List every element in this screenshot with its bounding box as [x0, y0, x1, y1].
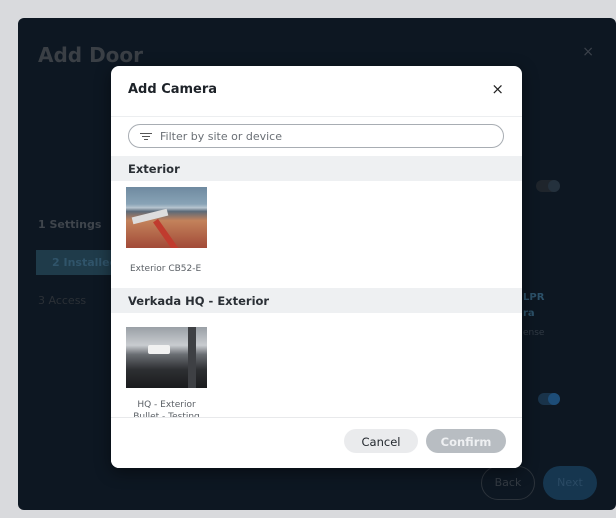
background-toggle [536, 180, 560, 192]
close-icon[interactable]: × [491, 80, 504, 98]
license-label: ense [523, 328, 545, 338]
camera-card[interactable]: Exterior CB52-E [111, 181, 522, 288]
section-header-verkada-hq-exterior: Verkada HQ - Exterior [111, 288, 522, 313]
close-icon: × [582, 44, 594, 60]
lpr-label: LPR ra [523, 292, 545, 319]
camera-card[interactable]: HQ - Exterior Bullet - Testing [111, 313, 522, 418]
cancel-button[interactable]: Cancel [344, 429, 418, 453]
confirm-button[interactable]: Confirm [426, 429, 506, 453]
add-door-title: Add Door [38, 43, 144, 67]
next-button: Next [543, 466, 597, 500]
modal-header: Add Camera × [111, 66, 522, 117]
filter-input[interactable] [158, 128, 482, 144]
section-header-exterior: Exterior [111, 156, 522, 181]
modal-title: Add Camera [128, 82, 218, 97]
step-settings: 1 Settings [38, 218, 102, 231]
filter-field[interactable] [128, 124, 504, 148]
step-access: 3 Access [38, 294, 87, 307]
camera-thumbnail[interactable] [126, 187, 207, 248]
camera-thumbnail[interactable] [126, 327, 207, 388]
camera-label: HQ - Exterior Bullet - Testing [133, 400, 200, 418]
camera-list[interactable]: Exterior Exterior CB52-E Verkada HQ - Ex… [111, 156, 522, 418]
camera-label: Exterior CB52-E [130, 264, 202, 274]
back-button: Back [481, 466, 535, 500]
modal-footer: Cancel Confirm [111, 417, 522, 468]
filter-icon [140, 132, 152, 141]
lpr-toggle [538, 393, 560, 405]
add-camera-modal: Add Camera × Exterior Exterior CB52-E Ve… [111, 66, 522, 468]
